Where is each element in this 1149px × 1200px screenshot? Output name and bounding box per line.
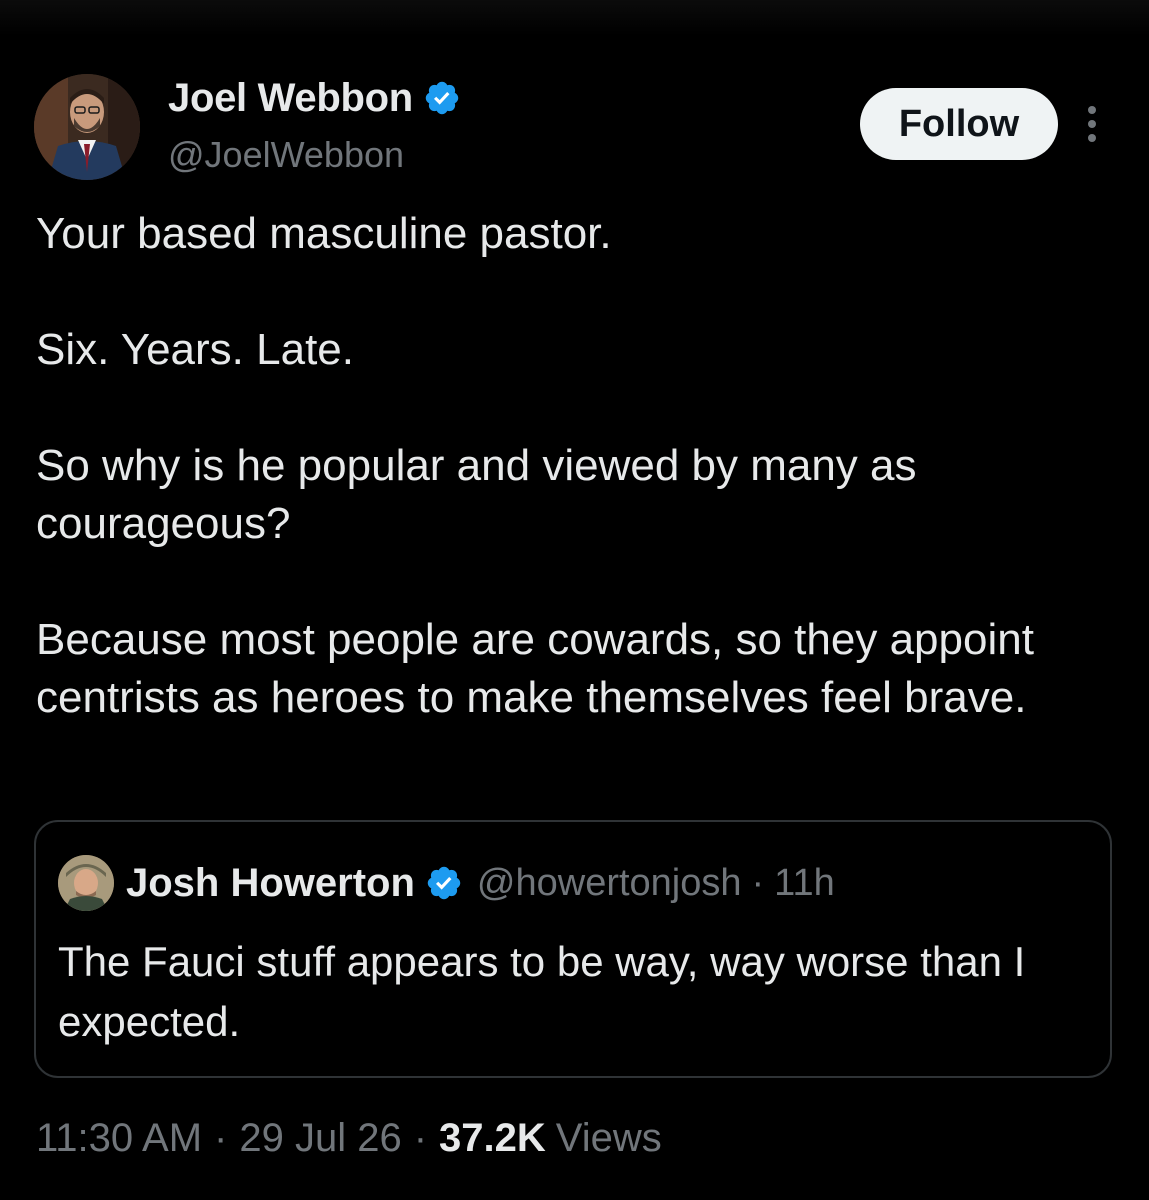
avatar-image [34, 74, 140, 180]
quoted-tweet-text: The Fauci stuff appears to be way, way w… [58, 938, 1026, 1045]
quoted-verified-badge-icon [427, 866, 461, 900]
quoted-avatar [58, 855, 114, 911]
tweet-date[interactable]: 29 Jul 26 [239, 1116, 401, 1161]
more-vertical-icon[interactable] [1082, 104, 1102, 144]
tweet-time[interactable]: 11:30 AM [36, 1116, 202, 1161]
quoted-timestamp: 11h [774, 861, 835, 904]
meta-separator: · [413, 1116, 428, 1160]
author-handle[interactable]: @JoelWebbon [168, 134, 461, 176]
tweet-paragraph: Six. Years. Late. [36, 325, 354, 374]
verified-badge-icon [425, 81, 459, 115]
follow-button[interactable]: Follow [860, 88, 1058, 160]
author-info: Joel Webbon @JoelWebbon [168, 72, 461, 176]
tweet-paragraph: Because most people are cowards, so they… [36, 615, 1034, 722]
tweet-paragraph: So why is he popular and viewed by many … [36, 441, 917, 548]
top-bar [0, 0, 1149, 36]
tweet-paragraph: Your based masculine pastor. [36, 209, 612, 258]
tweet-meta: 11:30 AM · 29 Jul 26 · 37.2K Views [36, 1116, 662, 1161]
views-count: 37.2K [439, 1116, 546, 1160]
quoted-display-name: Josh Howerton [126, 860, 415, 905]
quoted-tweet-card[interactable]: Josh Howerton @howertonjosh · 11h The Fa… [34, 820, 1112, 1078]
quoted-avatar-image [58, 855, 114, 911]
views-label: Views [555, 1116, 662, 1160]
meta-separator: · [214, 1116, 228, 1160]
quoted-handle: @howertonjosh [476, 861, 742, 904]
avatar[interactable] [34, 74, 140, 180]
tweet-text: Your based masculine pastor. Six. Years.… [36, 205, 1116, 785]
quoted-separator: · [751, 861, 765, 904]
tweet-header: Joel Webbon @JoelWebbon Follow [34, 70, 1114, 182]
quoted-tweet-header: Josh Howerton @howertonjosh · 11h [58, 852, 835, 914]
author-display-name[interactable]: Joel Webbon [168, 76, 413, 121]
author-name-row: Joel Webbon [168, 72, 461, 124]
